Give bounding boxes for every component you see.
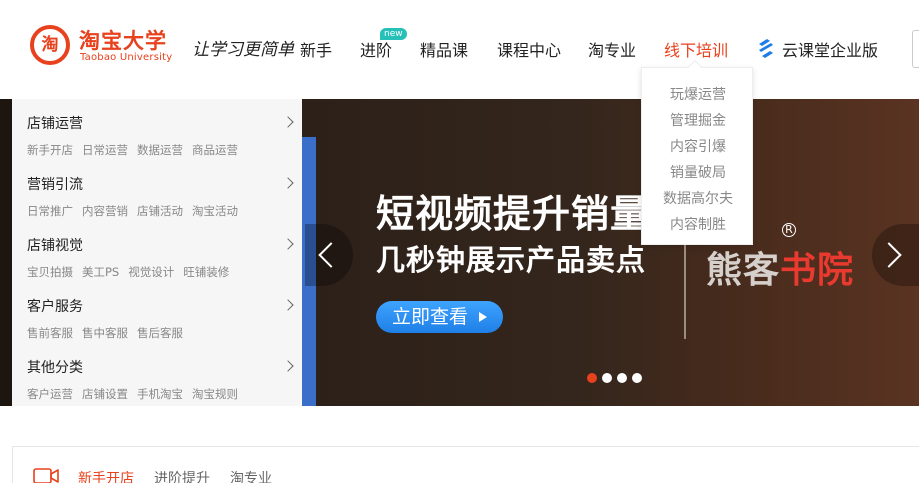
dropdown-item[interactable]: 内容引爆 — [642, 136, 754, 156]
search-input[interactable] — [912, 30, 919, 68]
dropdown-item[interactable]: 数据高尔夫 — [642, 188, 754, 208]
category-title[interactable]: 店铺运营 — [27, 113, 292, 133]
carousel-dot[interactable] — [617, 373, 627, 383]
taobao-university-logo[interactable]: 淘 淘宝大学 Taobao University — [30, 24, 180, 66]
dropdown-item[interactable]: 玩爆运营 — [642, 84, 754, 104]
category-sub-link[interactable]: 内容营销 — [82, 204, 128, 218]
slide-subtitle: 几秒钟展示产品卖点 — [376, 243, 647, 277]
logo-mark-icon: 淘 — [30, 25, 70, 65]
nav-item-professional[interactable]: 淘专业 — [588, 37, 636, 61]
category-group[interactable]: 店铺视觉 宝贝拍摄 美工PS 视觉设计 旺铺装修 — [27, 235, 294, 280]
category-sub-link[interactable]: 淘宝活动 — [192, 204, 238, 218]
nav-item-beginner[interactable]: 新手 — [300, 37, 332, 61]
site-header: 淘 淘宝大学 Taobao University 让学习更简单 新手 进阶 ne… — [0, 0, 919, 98]
view-now-button[interactable]: 立即查看 — [376, 301, 503, 333]
nav-item-advanced[interactable]: 进阶 — [360, 37, 392, 61]
category-sub-link[interactable]: 视觉设计 — [128, 265, 174, 279]
category-sub-link[interactable]: 宝贝拍摄 — [27, 265, 73, 279]
carousel-dot[interactable] — [632, 373, 642, 383]
category-sub-link[interactable]: 客户运营 — [27, 387, 73, 401]
category-title[interactable]: 店铺视觉 — [27, 235, 292, 255]
category-sub-link[interactable]: 售中客服 — [82, 326, 128, 340]
category-title[interactable]: 其他分类 — [27, 357, 292, 377]
category-title[interactable]: 客户服务 — [27, 296, 292, 316]
category-sub-link[interactable]: 店铺活动 — [137, 204, 183, 218]
dropdown-item[interactable]: 内容制胜 — [642, 214, 754, 234]
chevron-right-icon — [876, 242, 902, 268]
carousel-dot[interactable] — [587, 373, 597, 383]
category-sub-link[interactable]: 售后客服 — [137, 326, 183, 340]
category-sub-link[interactable]: 淘宝规则 — [192, 387, 238, 401]
category-group[interactable]: 店铺运营 新手开店 日常运营 数据运营 商品运营 — [27, 113, 294, 158]
video-camera-icon — [33, 468, 59, 483]
course-tabs-panel — [12, 446, 919, 483]
category-sub-link[interactable]: 店铺设置 — [82, 387, 128, 401]
category-sub-link[interactable]: 日常运营 — [82, 143, 128, 157]
category-sub-link[interactable]: 美工PS — [82, 265, 119, 279]
category-group[interactable]: 客户服务 售前客服 售中客服 售后客服 — [27, 296, 294, 341]
offline-training-dropdown: 玩爆运营 管理掘金 内容引爆 销量破局 数据高尔夫 内容制胜 — [641, 67, 753, 245]
cloud-classroom-icon — [759, 39, 773, 58]
view-now-label: 立即查看 — [392, 306, 469, 328]
nav-item-course-center[interactable]: 课程中心 — [497, 37, 561, 61]
category-group[interactable]: 营销引流 日常推广 内容营销 店铺活动 淘宝活动 — [27, 174, 294, 219]
category-sub-link[interactable]: 售前客服 — [27, 326, 73, 340]
category-sub-link[interactable]: 日常推广 — [27, 204, 73, 218]
logo-name-en: Taobao University — [80, 52, 173, 63]
nav-item-premium-courses[interactable]: 精品课 — [420, 37, 468, 61]
category-sub-link[interactable]: 商品运营 — [192, 143, 238, 157]
chevron-left-icon — [318, 242, 344, 268]
carousel-indicators — [587, 368, 647, 387]
dropdown-item[interactable]: 销量破局 — [642, 162, 754, 182]
tab-advanced-improve[interactable]: 进阶提升 — [154, 468, 210, 483]
category-group[interactable]: 其他分类 客户运营 店铺设置 手机淘宝 淘宝规则 — [27, 357, 294, 402]
banner-slide[interactable]: 短视频提升销量利器 几秒钟展示产品卖点 熊客书院 R 立即查看 — [302, 99, 919, 406]
category-title[interactable]: 营销引流 — [27, 174, 292, 194]
tab-professional[interactable]: 淘专业 — [230, 468, 272, 483]
category-sub-link[interactable]: 手机淘宝 — [137, 387, 183, 401]
carousel-dot[interactable] — [602, 373, 612, 383]
tab-beginner-store[interactable]: 新手开店 — [78, 468, 134, 483]
nav-item-cloud-classroom[interactable]: 云课堂企业版 — [782, 37, 878, 61]
category-menu: 店铺运营 新手开店 日常运营 数据运营 商品运营 营销引流 日常推广 内容营销 店铺活动淘… — [12, 99, 302, 406]
category-sub-link[interactable]: 新手开店 — [27, 143, 73, 157]
logo-name-cn: 淘宝大学 — [79, 29, 167, 53]
registered-mark-icon: R — [782, 223, 796, 237]
category-sub-link[interactable]: 数据运营 — [137, 143, 183, 157]
dropdown-item[interactable]: 管理掘金 — [642, 110, 754, 130]
nav-item-offline-training[interactable]: 线下培训 — [664, 37, 728, 61]
category-sub-link[interactable]: 旺铺装修 — [183, 265, 229, 279]
new-badge: new — [380, 28, 407, 40]
slogan: 让学习更简单 — [192, 40, 294, 60]
play-icon — [479, 312, 487, 322]
banner-left-edge — [0, 99, 12, 406]
slide-brand-logo: 熊客书院 — [706, 250, 855, 291]
